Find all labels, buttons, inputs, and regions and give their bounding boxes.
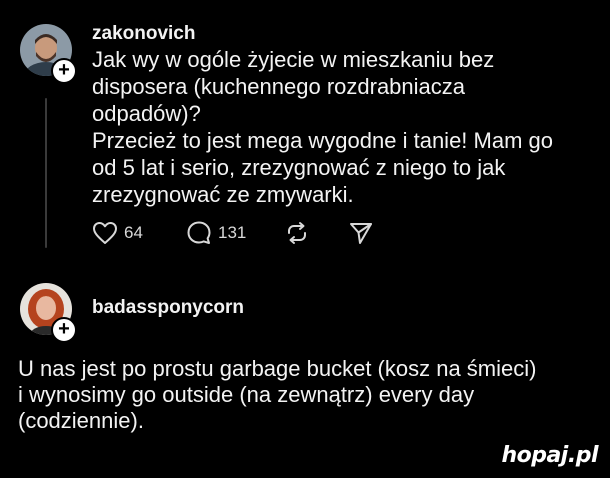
thread-line: [45, 98, 47, 248]
repost-icon: [288, 222, 306, 244]
watermark-logo: hopaj.pl: [501, 443, 598, 468]
repost-button[interactable]: [284, 218, 310, 248]
comment-button[interactable]: 131: [186, 218, 246, 248]
share-button[interactable]: [348, 218, 374, 248]
like-count: 64: [124, 223, 143, 242]
like-button[interactable]: 64: [92, 218, 143, 248]
post-text: Jak wy w ogóle żyjecie w mieszkaniu bez …: [92, 47, 554, 207]
follow-button[interactable]: +: [51, 58, 77, 84]
comment-count: 131: [218, 223, 247, 242]
post-text: U nas jest po prostu garbage bucket (kos…: [18, 356, 537, 433]
username-zakonovich[interactable]: zakonovich: [92, 23, 195, 45]
username-badassponycorn[interactable]: badassponycorn: [92, 297, 244, 319]
comment-icon: [187, 221, 211, 244]
follow-button[interactable]: +: [51, 317, 77, 343]
send-icon: [350, 223, 372, 244]
heart-icon: [93, 222, 117, 244]
